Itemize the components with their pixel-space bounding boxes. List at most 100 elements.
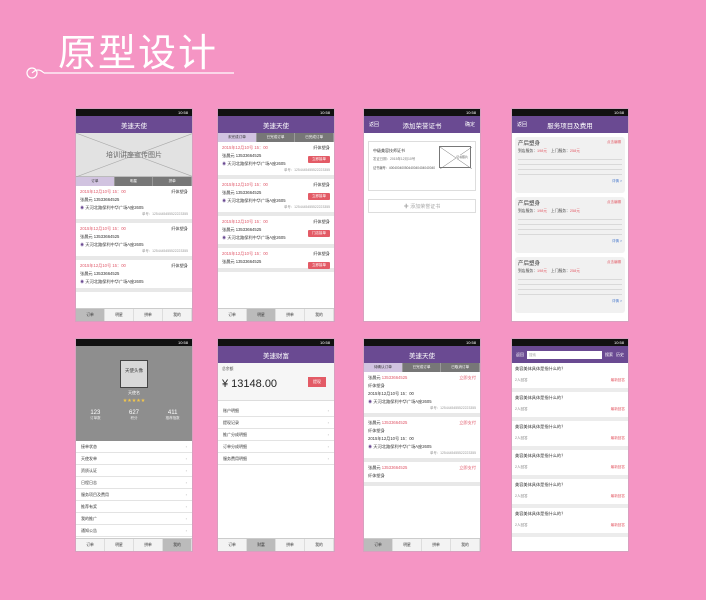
service-details-link[interactable]: 详情 > [518, 299, 622, 304]
faq-latest-tag[interactable]: 最新回答 [611, 465, 625, 470]
faq-item[interactable]: 美容美体具体是指什么的？ 2人回答 最新回答 [512, 363, 628, 392]
edit-service-button[interactable]: 点击编辑 [607, 260, 621, 265]
bottom-tab-group[interactable]: 拼单 [134, 539, 163, 551]
menu-item[interactable]: 服务费用明细 [218, 453, 334, 465]
bottom-tab-star[interactable]: 明星 [393, 539, 422, 551]
faq-latest-tag[interactable]: 最新回答 [611, 436, 625, 441]
bottom-tab-group[interactable]: 拼单 [276, 309, 305, 321]
menu-item[interactable]: 提现记录 [218, 417, 334, 429]
faq-item[interactable]: 美容美体具体是指什么的？ 2人回答 最新回答 [512, 421, 628, 450]
menu-item[interactable]: 账户明细 [218, 405, 334, 417]
tab-cancelled[interactable]: 已取消订单 [441, 363, 480, 372]
tab-orders[interactable]: 订单 [76, 177, 115, 186]
menu-item[interactable]: 推荐有奖 [76, 501, 192, 513]
certificate-photo[interactable]: 证书照片 [439, 146, 473, 170]
order-card[interactable]: 张晨元 13533664525 立即支付 纤体塑身 2015年12月10号 15：… [364, 372, 480, 417]
bottom-tab-orders[interactable]: 订单 [218, 539, 247, 551]
customer-phone[interactable]: 13533664525 [236, 227, 262, 232]
tab-finished-2[interactable]: 已完成订单 [295, 133, 334, 142]
tab-finished[interactable]: 已完成订单 [403, 363, 442, 372]
avatar[interactable]: 天使头像 [120, 360, 148, 388]
order-card[interactable]: 2015年12月10号 15：00 纤体塑身 张晨元 13533664525 ◉ … [76, 186, 192, 223]
menu-item[interactable]: 服务项目及费用 [76, 489, 192, 501]
service-card[interactable]: 产后塑身 点击编辑 到店服务：198元 上门服务：258元 详情 > [515, 197, 625, 253]
order-card[interactable]: 张晨元 13533664525 立即支付 纤体塑身 2015年12月10号 15：… [364, 417, 480, 462]
stat-points[interactable]: 627 积分 [115, 410, 154, 421]
service-details-link[interactable]: 详情 > [518, 239, 622, 244]
back-button[interactable]: 返回 [516, 352, 524, 358]
edit-service-button[interactable]: 点击编辑 [607, 200, 621, 205]
stat-recommend[interactable]: 411 推荐指数 [153, 410, 192, 421]
tab-group[interactable]: 拼单 [153, 177, 192, 186]
menu-item[interactable]: 推广分成明细 [218, 429, 334, 441]
stat-orders[interactable]: 123 订单数 [76, 410, 115, 421]
bottom-tab-orders[interactable]: 订单 [364, 539, 393, 551]
bottom-tab-orders[interactable]: 订单 [218, 309, 247, 321]
bottom-tab-me[interactable]: 我的 [451, 539, 480, 551]
tab-star[interactable]: 明星 [115, 177, 154, 186]
bottom-tab-wealth[interactable]: 财富 [247, 539, 276, 551]
order-card[interactable]: 2015年12月10号 15：00 纤体塑身 张晨元 13533664525 ◉ … [76, 223, 192, 260]
menu-item[interactable]: 日程日志 [76, 477, 192, 489]
customer-phone[interactable]: 13533664525 [382, 420, 408, 425]
bottom-tab-me[interactable]: 我的 [305, 539, 334, 551]
customer-phone[interactable]: 13533664525 [382, 465, 408, 470]
order-card[interactable]: 2015年12月10号 15：00 纤体塑身 张晨元 13533664525 立即… [218, 248, 334, 272]
faq-item[interactable]: 美容美体具体是指什么的？ 2人回答 最新回答 [512, 392, 628, 421]
order-card[interactable]: 2015年12月10号 15：00 纤体塑身 张晨元 13533664525 ◉ … [218, 179, 334, 216]
bottom-tab-orders[interactable]: 订单 [76, 309, 105, 321]
faq-item[interactable]: 美容美体具体是指什么的？ 2人回答 最新回答 [512, 450, 628, 479]
service-card[interactable]: 产后塑身 点击编辑 到店服务：198元 上门服务：258元 详情 > [515, 257, 625, 313]
bottom-tab-star[interactable]: 明星 [105, 309, 134, 321]
search-button[interactable]: 搜索 [605, 352, 613, 358]
store-order-button[interactable]: 门店接单 [308, 230, 330, 237]
faq-latest-tag[interactable]: 最新回答 [611, 378, 625, 383]
tab-unfinished[interactable]: 未完成订单 [218, 133, 257, 142]
bottom-tab-me[interactable]: 我的 [163, 309, 192, 321]
customer-phone[interactable]: 13533664525 [236, 259, 262, 264]
faq-latest-tag[interactable]: 最新回答 [611, 407, 625, 412]
customer-phone[interactable]: 13533664525 [94, 197, 120, 202]
order-status[interactable]: 立即支付 [459, 419, 476, 427]
bottom-tab-star[interactable]: 明星 [105, 539, 134, 551]
customer-phone[interactable]: 13533664525 [236, 190, 262, 195]
search-input[interactable]: 搜索 [527, 350, 602, 359]
bottom-tab-orders[interactable]: 订单 [76, 539, 105, 551]
accept-order-button[interactable]: 立即接单 [308, 156, 330, 163]
order-card[interactable]: 2015年12月10号 15：00 纤体塑身 张晨元 13533664525 ◉ … [76, 260, 192, 292]
faq-latest-tag[interactable]: 最新回答 [611, 523, 625, 528]
accept-order-button[interactable]: 立即接单 [308, 193, 330, 200]
back-button[interactable]: 返回 [369, 121, 379, 128]
faq-item[interactable]: 美容美体具体是指什么的？ 2人回答 最新回答 [512, 508, 628, 537]
order-card[interactable]: 2015年12月10号 15：00 纤体塑身 张晨元 13533664525 ◉ … [218, 142, 334, 179]
bottom-tab-group[interactable]: 拼单 [134, 309, 163, 321]
bottom-tab-group[interactable]: 拼单 [422, 539, 451, 551]
promo-banner[interactable]: 培训讲座宣传图片 [76, 133, 192, 177]
faq-latest-tag[interactable]: 最新回答 [611, 494, 625, 499]
accept-order-button[interactable]: 立即接单 [308, 262, 330, 269]
add-certificate-button[interactable]: ✚ 添加荣誉证书 [368, 199, 476, 213]
menu-item[interactable]: 通知公告 [76, 525, 192, 537]
service-details-link[interactable]: 详情 > [518, 179, 622, 184]
service-card[interactable]: 产后塑身 点击编辑 到店服务：198元 上门服务：258元 详情 > [515, 137, 625, 193]
bottom-tab-me[interactable]: 我的 [163, 539, 192, 551]
customer-phone[interactable]: 13533664525 [382, 375, 408, 380]
bottom-tab-star[interactable]: 明星 [247, 309, 276, 321]
tab-pending[interactable]: 待确认订单 [364, 363, 403, 372]
menu-item[interactable]: 接单状态 [76, 441, 192, 453]
order-status[interactable]: 立即支付 [459, 374, 476, 382]
withdraw-button[interactable]: 提现 [308, 377, 326, 387]
faq-item[interactable]: 美容美体具体是指什么的？ 2人回答 最新回答 [512, 479, 628, 508]
bottom-tab-group[interactable]: 拼单 [276, 539, 305, 551]
menu-item[interactable]: 订单分成明细 [218, 441, 334, 453]
order-status[interactable]: 立即支付 [459, 464, 476, 472]
certificate-item[interactable]: 中级美容技师证书 发证日期：2015年12月10号 证书编号：400400400… [368, 141, 476, 191]
tab-finished[interactable]: 已完成订单 [257, 133, 296, 142]
order-card[interactable]: 2015年12月10号 15：00 纤体塑身 张晨元 13533664525 ◉ … [218, 216, 334, 248]
bottom-tab-me[interactable]: 我的 [305, 309, 334, 321]
customer-phone[interactable]: 13533664525 [94, 271, 120, 276]
back-button[interactable]: 返回 [517, 121, 527, 128]
edit-service-button[interactable]: 点击编辑 [607, 140, 621, 145]
customer-phone[interactable]: 13533664525 [94, 234, 120, 239]
menu-item[interactable]: 资质认证 [76, 465, 192, 477]
